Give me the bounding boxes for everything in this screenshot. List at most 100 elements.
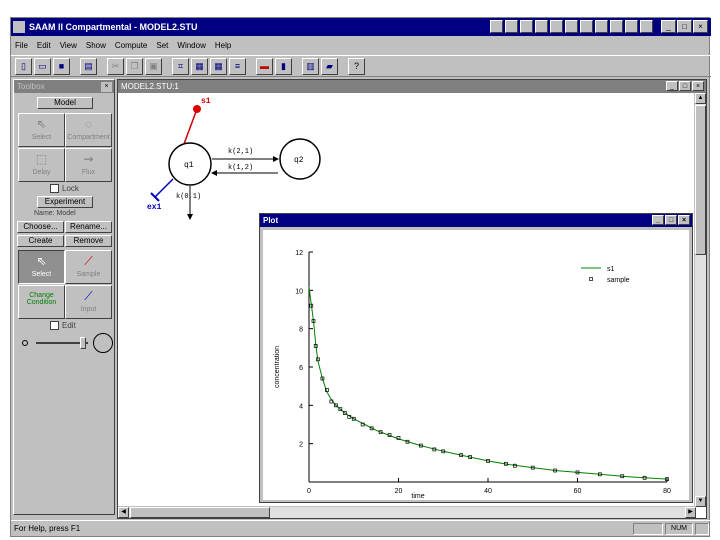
menu-bar: File Edit View Show Compute Set Window H… <box>11 37 711 53</box>
open-folder-icon[interactable]: ▭ <box>34 57 51 75</box>
create-button[interactable]: Create <box>17 235 64 247</box>
tool-flux[interactable]: ⇝ Flux <box>65 148 112 182</box>
rename-button[interactable]: Rename... <box>65 221 112 233</box>
menu-view[interactable]: View <box>60 41 77 50</box>
tool-change-condition[interactable]: Change Condition <box>18 285 65 319</box>
cut-icon[interactable]: ✂ <box>107 57 124 75</box>
menu-edit[interactable]: Edit <box>37 41 51 50</box>
table-icon[interactable]: ▦ <box>191 57 208 75</box>
maximize-button[interactable]: □ <box>677 20 692 33</box>
legend-sample-swatch <box>589 277 593 281</box>
paste-icon[interactable]: ▣ <box>145 57 162 75</box>
sample-node[interactable] <box>193 105 201 113</box>
tb-icon-2[interactable] <box>505 20 518 33</box>
legend-s1-label: s1 <box>607 266 615 273</box>
close-button[interactable]: × <box>693 20 708 33</box>
new-file-icon[interactable]: ▯ <box>15 57 32 75</box>
tool-input[interactable]: ⟋ Input <box>65 285 112 319</box>
q1-label: q1 <box>184 161 194 170</box>
plot-minimize-button[interactable]: _ <box>652 215 664 225</box>
y-tick-label: 8 <box>299 327 303 334</box>
sample-line <box>183 108 198 145</box>
grid-icon[interactable]: ▦ <box>210 57 227 75</box>
print-icon[interactable]: ▤ <box>80 57 97 75</box>
scroll-down-icon[interactable]: ▼ <box>695 496 706 507</box>
menu-show[interactable]: Show <box>86 41 106 50</box>
tb-icon-11[interactable] <box>640 20 653 33</box>
scroll-up-icon[interactable]: ▲ <box>695 93 706 104</box>
tb-icon-8[interactable] <box>595 20 608 33</box>
book-icon[interactable]: ▰ <box>321 57 338 75</box>
k01-label: k(0,1) <box>176 193 201 201</box>
tb-icon-10[interactable] <box>625 20 638 33</box>
horizontal-scroll-thumb[interactable] <box>130 507 270 518</box>
tb-icon-5[interactable] <box>550 20 563 33</box>
plot-maximize-button[interactable]: □ <box>665 215 677 225</box>
menu-help[interactable]: Help <box>215 41 231 50</box>
save-icon[interactable]: ■ <box>53 57 70 75</box>
y-tick-label: 10 <box>295 288 303 295</box>
vertical-scroll-thumb[interactable] <box>695 105 706 255</box>
scroll-right-icon[interactable]: ▶ <box>685 507 696 518</box>
y-axis-label: concentration <box>274 346 281 388</box>
x-tick-label: 60 <box>574 488 582 495</box>
delay-icon: ⬚ <box>35 152 48 166</box>
model-close-button[interactable]: × <box>692 81 704 91</box>
tool-compartment[interactable]: ◌ Compartment <box>65 113 112 147</box>
menu-compute[interactable]: Compute <box>115 41 147 50</box>
model-window-titlebar: MODEL2.STU:1 _ □ × <box>118 80 706 93</box>
experiment-name-label: Name: Model <box>34 210 76 217</box>
scroll-left-icon[interactable]: ◀ <box>118 507 129 518</box>
model-button[interactable]: Model <box>37 97 93 109</box>
model-window-title: MODEL2.STU:1 <box>121 82 179 91</box>
y-tick-label: 6 <box>299 365 303 372</box>
plot-canvas: 2 4 6 8 10 12 0 20 40 60 80 time concentration s1 samp… <box>263 230 689 500</box>
model-maximize-button[interactable]: □ <box>679 81 691 91</box>
tb-icon-4[interactable] <box>535 20 548 33</box>
main-toolbar: ▯ ▭ ■ ▤ ✂ ❐ ▣ ⌗ ▦ ▦ ≡ ▬ ▮ ▥ ▰ ? <box>11 55 711 77</box>
fit-icon[interactable]: ▮ <box>275 57 292 75</box>
tool-delay[interactable]: ⬚ Delay <box>18 148 65 182</box>
menu-set[interactable]: Set <box>156 41 168 50</box>
menu-file[interactable]: File <box>15 41 28 50</box>
model-minimize-button[interactable]: _ <box>666 81 678 91</box>
arrow-cursor-icon: ⇖ <box>36 117 47 131</box>
toolbox-close-icon[interactable]: × <box>101 81 112 92</box>
tool-select-experiment[interactable]: ⇖ Select <box>18 250 65 284</box>
menu-window[interactable]: Window <box>177 41 205 50</box>
zoom-slider[interactable] <box>18 332 113 354</box>
plot-close-button[interactable]: × <box>678 215 690 225</box>
choose-button[interactable]: Choose... <box>17 221 64 233</box>
slider-thumb[interactable] <box>80 337 86 349</box>
tool-select[interactable]: ⇖ Select <box>18 113 65 147</box>
q2-label: q2 <box>294 156 304 165</box>
model-window: MODEL2.STU:1 _ □ × s1 q1 q2 k(2,1) k(1,2… <box>117 79 707 519</box>
status-help-text: For Help, press F1 <box>14 524 81 533</box>
equation-icon[interactable]: ≡ <box>229 57 246 75</box>
tb-icon-7[interactable] <box>580 20 593 33</box>
help-icon[interactable]: ? <box>348 57 365 75</box>
title-bar: SAAM II Compartmental - MODEL2.STU _ □ × <box>11 18 711 36</box>
solve-icon[interactable]: ▬ <box>256 57 273 75</box>
status-pane-3 <box>695 523 709 535</box>
tb-icon-9[interactable] <box>610 20 623 33</box>
minimize-button[interactable]: _ <box>661 20 676 33</box>
model-vertical-scrollbar[interactable]: ▲ ▼ <box>694 93 706 507</box>
tb-icon-6[interactable] <box>565 20 578 33</box>
calculator-icon[interactable]: ▥ <box>302 57 319 75</box>
edit-checkbox[interactable]: Edit <box>50 321 76 330</box>
app-window: SAAM II Compartmental - MODEL2.STU _ □ ×… <box>10 17 711 537</box>
plot-icon[interactable]: ⌗ <box>172 57 189 75</box>
tb-icon-1[interactable] <box>490 20 503 33</box>
tool-sample[interactable]: ⟋ Sample <box>65 250 112 284</box>
circle-icon: ◌ <box>84 117 93 131</box>
lock-checkbox[interactable]: Lock <box>50 184 79 193</box>
experiment-button[interactable]: Experiment <box>37 196 93 208</box>
x-tick-label: 40 <box>484 488 492 495</box>
model-horizontal-scrollbar[interactable]: ◀ ▶ <box>118 506 696 518</box>
k12-label: k(1,2) <box>228 164 253 172</box>
tb-icon-3[interactable] <box>520 20 533 33</box>
copy-icon[interactable]: ❐ <box>126 57 143 75</box>
x-axis-label: time <box>411 493 424 500</box>
remove-button[interactable]: Remove <box>65 235 112 247</box>
